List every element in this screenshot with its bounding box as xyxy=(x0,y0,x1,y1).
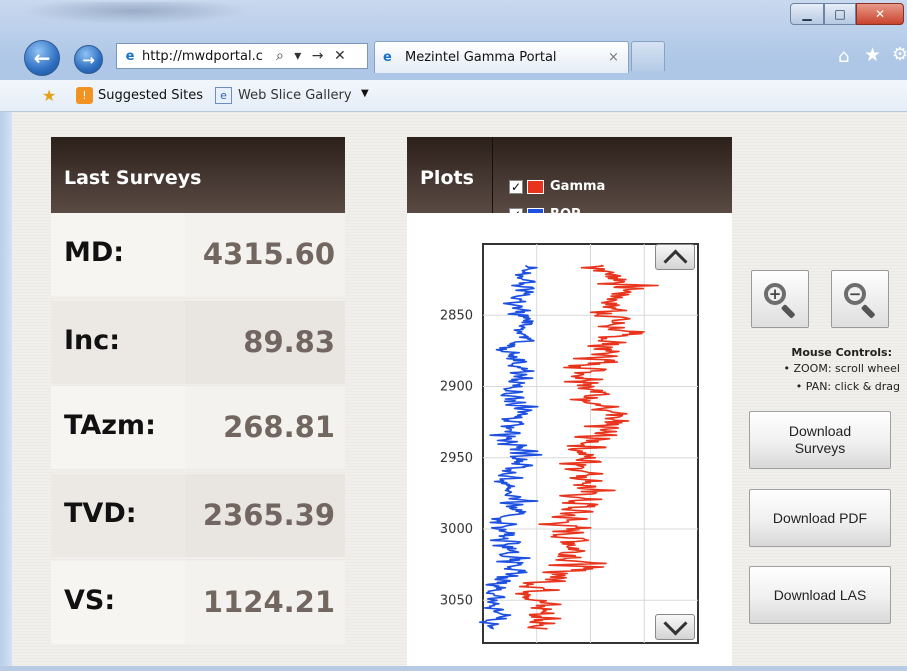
y-tick-label: 3050 xyxy=(440,593,473,608)
gamma-rop-chart[interactable]: 2850 2900 2950 3000 3050 xyxy=(407,213,732,671)
gamma-checkbox[interactable]: ✓ xyxy=(509,179,523,194)
gear-icon[interactable]: ⚙ xyxy=(892,44,907,65)
survey-row-md: MD: 4315.60 xyxy=(51,213,345,296)
zoom-out-icon: − xyxy=(844,283,866,305)
survey-value: 2365.39 xyxy=(202,498,335,532)
legend-gamma[interactable]: ✓ Gamma xyxy=(509,179,605,194)
survey-value: 1124.21 xyxy=(202,585,335,619)
download-pdf-button[interactable]: Download PDF xyxy=(749,489,891,547)
survey-row-tazm: TAzm: 268.81 xyxy=(51,386,345,469)
maximize-button[interactable]: □ xyxy=(824,3,856,25)
add-favorite-icon[interactable]: ★ xyxy=(42,86,56,105)
ie-page-icon: e xyxy=(125,48,135,64)
forward-button[interactable]: → xyxy=(74,45,103,74)
scroll-up-button[interactable] xyxy=(655,244,695,274)
survey-label: VS: xyxy=(64,585,116,616)
survey-row-inc: Inc: 89.83 xyxy=(51,301,345,384)
mouse-zoom-hint: • ZOOM: scroll wheel xyxy=(783,362,901,375)
last-surveys-header: Last Surveys xyxy=(51,137,345,213)
web-slice-gallery-link[interactable]: Web Slice Gallery xyxy=(238,88,352,103)
web-slice-icon: e xyxy=(215,87,232,104)
y-tick-label: 2850 xyxy=(440,308,473,323)
survey-value: 89.83 xyxy=(243,325,335,359)
tab-mezintel-gamma-portal[interactable]: e Mezintel Gamma Portal × xyxy=(374,41,629,73)
survey-label: TAzm: xyxy=(64,410,156,441)
download-surveys-button[interactable]: Download Surveys xyxy=(749,411,891,469)
scroll-down-button[interactable] xyxy=(655,610,695,640)
browser-window: ▁ □ ✕ ← → e http://mwdportal.c ⌕ ▾ → ✕ e… xyxy=(0,0,907,671)
suggested-sites-icon: ! xyxy=(76,87,93,104)
zoom-out-button[interactable]: − xyxy=(831,270,889,328)
page-content: Last Surveys MD: 4315.60 Inc: 89.83 TAzm… xyxy=(12,112,907,671)
survey-value: 4315.60 xyxy=(202,237,335,271)
title-bar-glow xyxy=(20,2,250,24)
tab-label: Mezintel Gamma Portal xyxy=(405,50,557,65)
survey-row-vs: VS: 1124.21 xyxy=(51,561,345,644)
plots-title: Plots xyxy=(420,167,474,189)
header-divider xyxy=(492,137,493,213)
survey-label: Inc: xyxy=(64,325,121,356)
close-window-button[interactable]: ✕ xyxy=(856,3,904,25)
zoom-in-icon: + xyxy=(764,283,786,305)
navigation-bar: ← → e http://mwdportal.c ⌕ ▾ → ✕ e Mezin… xyxy=(0,34,907,80)
new-tab-button[interactable] xyxy=(631,41,665,71)
download-las-button[interactable]: Download LAS xyxy=(749,566,891,624)
minimize-button[interactable]: ▁ xyxy=(790,3,824,25)
survey-value: 268.81 xyxy=(223,410,335,444)
plots-header: Plots ✓ Gamma ✓ ROP xyxy=(407,137,732,222)
tab-close-icon[interactable]: × xyxy=(608,50,628,65)
chevron-down-icon[interactable]: ▼ xyxy=(361,88,369,99)
survey-label: MD: xyxy=(64,237,125,268)
gamma-color-swatch xyxy=(527,179,544,194)
mouse-controls-title: Mouse Controls: xyxy=(791,346,892,359)
address-bar[interactable]: e http://mwdportal.c ⌕ ▾ → ✕ xyxy=(116,43,368,69)
gamma-label: Gamma xyxy=(550,179,606,194)
gamma-plot-panel[interactable]: 2850 2900 2950 3000 3050 xyxy=(407,213,732,671)
survey-label: TVD: xyxy=(64,498,137,529)
favorites-star-icon[interactable]: ★ xyxy=(864,44,881,66)
y-tick-label: 2950 xyxy=(440,451,473,466)
mouse-pan-hint: • PAN: click & drag xyxy=(795,380,900,393)
chevron-up-icon xyxy=(662,248,688,274)
address-text[interactable]: http://mwdportal.c xyxy=(142,49,270,64)
magnifier-handle xyxy=(860,304,876,319)
title-bar: ▁ □ ✕ xyxy=(0,0,907,34)
zoom-in-button[interactable]: + xyxy=(751,270,809,328)
back-button[interactable]: ← xyxy=(24,40,60,76)
window-left-frame xyxy=(0,112,12,671)
home-icon[interactable]: ⌂ xyxy=(838,46,849,67)
y-tick-label: 2900 xyxy=(440,380,473,395)
favorites-bar: ★ ! Suggested Sites e Web Slice Gallery … xyxy=(0,80,907,112)
magnifier-handle xyxy=(780,304,796,319)
suggested-sites-link[interactable]: Suggested Sites xyxy=(98,88,203,103)
address-tools[interactable]: ⌕ ▾ → ✕ xyxy=(276,48,349,64)
chevron-down-icon xyxy=(662,610,688,636)
window-bottom-border xyxy=(0,666,907,671)
ie-tab-icon: e xyxy=(383,50,392,65)
survey-row-tvd: TVD: 2365.39 xyxy=(51,474,345,557)
y-tick-label: 3000 xyxy=(440,522,473,537)
